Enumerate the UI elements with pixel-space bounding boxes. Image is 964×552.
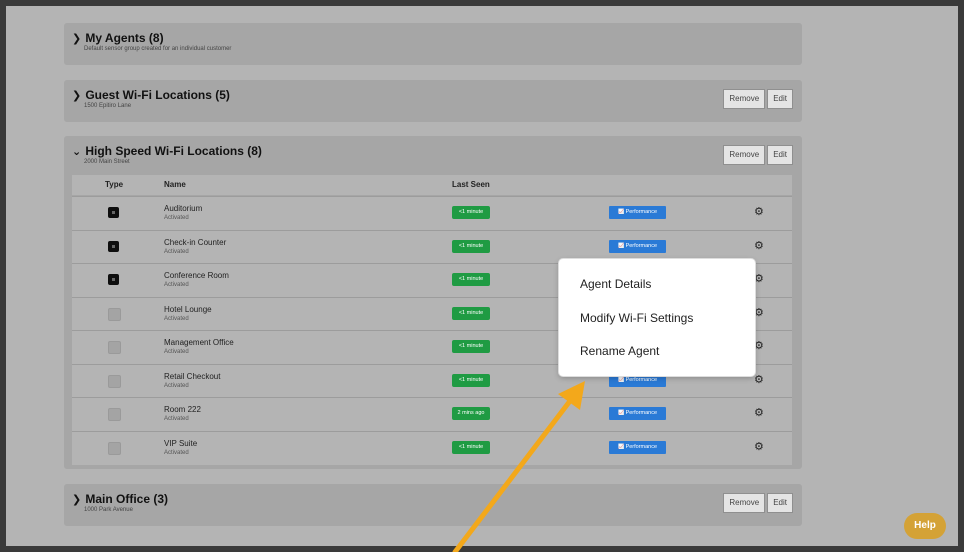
agent-name[interactable]: Conference Room <box>164 271 229 280</box>
performance-button[interactable]: 📈 Performance <box>609 239 666 253</box>
chart-icon: 📈 <box>617 376 626 383</box>
menu-item-rename-agent[interactable]: Rename Agent <box>580 344 659 358</box>
agent-type-icon <box>108 374 121 388</box>
gear-icon[interactable]: ⚙ <box>754 440 764 453</box>
agent-name[interactable]: Room 222 <box>164 405 201 414</box>
group-title: My Agents (8) <box>85 31 164 45</box>
group-header[interactable]: ❯ Main Office (3) 1000 Park Avenue <box>72 492 168 513</box>
chart-icon: 📈 <box>617 410 626 416</box>
group-guest-wifi[interactable]: ❯ Guest Wi-Fi Locations (5) 1500 Epitiro… <box>64 80 802 122</box>
last-seen-badge: <1 minute <box>452 440 490 454</box>
column-header-last-seen[interactable]: Last Seen <box>452 180 490 189</box>
chart-icon: 📈 <box>617 209 626 215</box>
table-header: Type Name Last Seen <box>72 175 792 195</box>
gear-icon[interactable]: ⚙ <box>754 272 764 285</box>
chart-icon: 📈 <box>617 443 626 450</box>
performance-label: Performance <box>625 410 658 416</box>
agent-status: Activated <box>164 315 189 322</box>
gear-icon[interactable]: ⚙ <box>754 339 764 352</box>
agent-status: Activated <box>164 416 189 422</box>
agent-name[interactable]: VIP Suite <box>164 439 197 448</box>
group-title: High Speed Wi-Fi Locations (8) <box>85 144 262 158</box>
agent-name[interactable]: Check-in Counter <box>164 238 226 247</box>
performance-button[interactable]: 📈 Performance <box>609 440 666 454</box>
agent-type-icon <box>108 408 121 421</box>
agent-name[interactable]: Auditorium <box>164 204 202 213</box>
agent-status: Activated <box>164 449 189 456</box>
chevron-down-icon[interactable]: ⌄ <box>72 145 82 158</box>
agent-status: Activated <box>164 382 189 389</box>
chevron-right-icon[interactable]: ❯ <box>72 32 82 45</box>
performance-button[interactable]: 📈 Performance <box>609 206 666 219</box>
performance-label: Performance <box>625 209 658 215</box>
performance-label: Performance <box>625 242 658 249</box>
group-subtitle: 1500 Epitiro Lane <box>84 103 132 109</box>
menu-item-agent-details[interactable]: Agent Details <box>580 277 651 291</box>
group-header[interactable]: ❯ Guest Wi-Fi Locations (5) 1500 Epitiro… <box>72 88 230 109</box>
agent-type-icon <box>108 240 119 252</box>
group-title: Guest Wi-Fi Locations (5) <box>85 88 230 102</box>
agent-name[interactable]: Retail Checkout <box>164 372 220 381</box>
agent-status: Activated <box>164 215 189 221</box>
group-title: Main Office (3) <box>85 492 169 506</box>
agent-status: Activated <box>164 248 189 255</box>
last-seen-badge: <1 minute <box>452 306 490 320</box>
edit-button[interactable]: Edit <box>767 89 793 109</box>
edit-button[interactable]: Edit <box>767 493 793 513</box>
last-seen-badge: <1 minute <box>452 273 490 286</box>
last-seen-badge: <1 minute <box>452 340 490 353</box>
agent-type-icon <box>108 307 121 321</box>
chevron-right-icon[interactable]: ❯ <box>72 89 82 102</box>
gear-icon[interactable]: ⚙ <box>754 373 764 386</box>
gear-icon[interactable]: ⚙ <box>754 306 764 319</box>
edit-button[interactable]: Edit <box>767 145 793 165</box>
agent-name[interactable]: Hotel Lounge <box>164 305 212 314</box>
agent-status: Activated <box>164 282 189 288</box>
column-header-name[interactable]: Name <box>164 180 186 189</box>
agent-type-icon <box>108 274 119 285</box>
app-frame: ❯ My Agents (8) Default sensor group cre… <box>6 6 958 546</box>
last-seen-badge: <1 minute <box>452 206 490 219</box>
table-row[interactable]: VIP Suite Activated <1 minute 📈 Performance… <box>72 430 792 465</box>
agent-type-icon <box>108 341 121 354</box>
performance-label: Performance <box>625 376 658 383</box>
group-header[interactable]: ❯ My Agents (8) Default sensor group cre… <box>72 31 231 52</box>
group-subtitle: 2000 Main Street <box>84 159 130 165</box>
last-seen-badge: <1 minute <box>452 373 490 387</box>
last-seen-badge: <1 minute <box>452 239 490 253</box>
last-seen-badge: 2 mins ago <box>452 407 490 420</box>
table-row[interactable]: Room 222 Activated 2 mins ago 📈 Performance… <box>72 397 792 431</box>
menu-item-modify-wifi-settings[interactable]: Modify Wi-Fi Settings <box>580 311 693 325</box>
performance-label: Performance <box>625 443 658 450</box>
chevron-right-icon[interactable]: ❯ <box>72 493 82 506</box>
group-subtitle: 1000 Park Avenue <box>84 507 133 513</box>
remove-button[interactable]: Remove <box>723 89 766 109</box>
remove-button[interactable]: Remove <box>723 493 766 513</box>
group-main-office[interactable]: ❯ Main Office (3) 1000 Park Avenue Remov… <box>64 484 802 526</box>
chart-icon: 📈 <box>617 242 626 249</box>
gear-icon[interactable]: ⚙ <box>754 205 764 218</box>
column-header-type[interactable]: Type <box>105 180 123 189</box>
agent-name[interactable]: Management Office <box>164 338 234 347</box>
agent-context-menu: Agent Details Modify Wi-Fi Settings Rena… <box>559 259 755 376</box>
agent-status: Activated <box>164 349 189 355</box>
group-header[interactable]: ⌄ High Speed Wi-Fi Locations (8) 2000 Ma… <box>72 144 262 165</box>
agent-type-icon <box>108 441 121 455</box>
group-my-agents[interactable]: ❯ My Agents (8) Default sensor group cre… <box>64 23 802 65</box>
agent-type-icon <box>108 207 119 218</box>
gear-icon[interactable]: ⚙ <box>754 406 764 419</box>
performance-button[interactable]: 📈 Performance <box>609 407 666 420</box>
gear-icon[interactable]: ⚙ <box>754 239 764 252</box>
help-button[interactable]: Help <box>904 513 946 539</box>
remove-button[interactable]: Remove <box>723 145 766 165</box>
group-subtitle: Default sensor group created for an indi… <box>84 46 232 52</box>
table-row[interactable]: Auditorium Activated <1 minute 📈 Performanc… <box>72 196 792 230</box>
